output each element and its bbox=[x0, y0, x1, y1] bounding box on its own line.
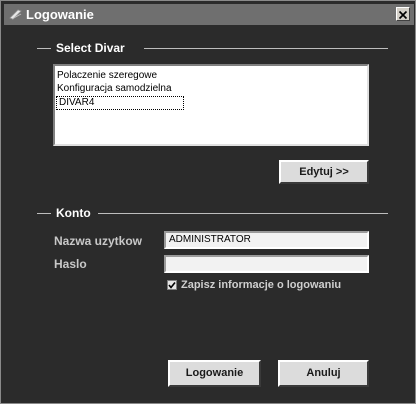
list-item-selected[interactable]: DIVAR4 bbox=[56, 96, 184, 110]
close-button[interactable] bbox=[396, 7, 410, 21]
login-dialog: Logowanie Select Divar Polaczenie szereg… bbox=[0, 0, 416, 404]
app-icon bbox=[9, 6, 25, 22]
username-label: Nazwa uzytkow bbox=[54, 234, 143, 248]
group-divider bbox=[37, 48, 51, 49]
checkmark-icon bbox=[168, 282, 176, 289]
window-title: Logowanie bbox=[26, 7, 94, 22]
login-button[interactable]: Logowanie bbox=[168, 360, 261, 387]
divar-listbox[interactable]: Polaczenie szeregowe Konfiguracja samodz… bbox=[53, 64, 369, 146]
list-item[interactable]: Polaczenie szeregowe bbox=[57, 70, 157, 82]
password-field[interactable] bbox=[164, 255, 369, 273]
group-divider bbox=[144, 48, 388, 49]
group-label-konto: Konto bbox=[56, 206, 91, 220]
title-bar[interactable]: Logowanie bbox=[4, 4, 414, 25]
password-label: Haslo bbox=[54, 257, 87, 271]
edit-button[interactable]: Edytuj >> bbox=[279, 160, 369, 184]
remember-checkbox[interactable] bbox=[167, 280, 177, 290]
username-field[interactable]: ADMINISTRATOR bbox=[164, 231, 369, 249]
remember-label[interactable]: Zapisz informacje o logowaniu bbox=[181, 278, 341, 292]
group-divider bbox=[37, 213, 51, 214]
cancel-button[interactable]: Anuluj bbox=[278, 360, 369, 387]
close-icon bbox=[398, 10, 408, 20]
group-label-select-divar: Select Divar bbox=[56, 41, 125, 55]
group-divider bbox=[98, 213, 388, 214]
list-item[interactable]: Konfiguracja samodzielna bbox=[57, 83, 172, 95]
